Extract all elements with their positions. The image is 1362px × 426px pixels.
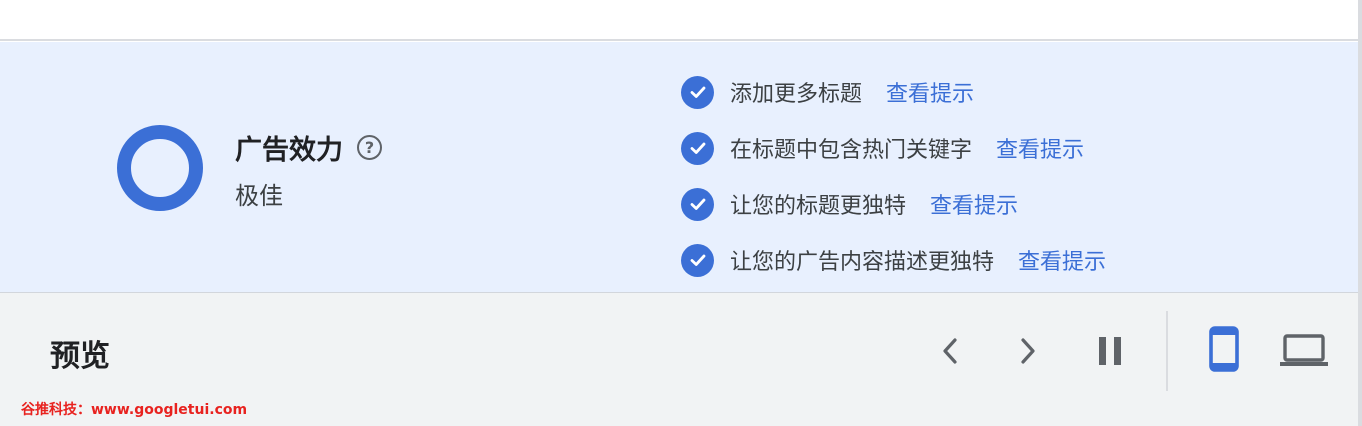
previous-button[interactable] [934, 333, 966, 369]
preview-title: 预览 [50, 339, 110, 374]
view-tips-link[interactable]: 查看提示 [1018, 244, 1106, 276]
mobile-device-icon [1209, 326, 1239, 372]
check-circle-icon [681, 131, 714, 165]
mobile-preview-button[interactable] [1204, 323, 1244, 375]
check-circle-icon [681, 187, 714, 221]
tips-list: 添加更多标题 查看提示 在标题中包含热门关键字 查看提示 让您的标题更独特 查看… [681, 64, 1106, 288]
tip-item: 在标题中包含热门关键字 查看提示 [681, 120, 1106, 176]
pause-button[interactable] [1092, 333, 1128, 369]
view-tips-link[interactable]: 查看提示 [886, 76, 974, 108]
ad-strength-rating: 极佳 [235, 182, 283, 210]
ad-strength-title: 广告效力 [235, 135, 343, 166]
scroll-edge [1358, 0, 1362, 426]
laptop-device-icon [1280, 334, 1328, 366]
toolbar-divider [1166, 311, 1168, 391]
tip-text: 让您的广告内容描述更独特 [730, 250, 995, 275]
ad-strength-panel: 广告效力 ? 极佳 添加更多标题 查看提示 在标题中包含热门关键字 查看提示 让… [0, 42, 1358, 293]
tip-item: 让您的广告内容描述更独特 查看提示 [681, 232, 1106, 288]
tip-item: 让您的标题更独特 查看提示 [681, 176, 1106, 232]
view-tips-link[interactable]: 查看提示 [996, 132, 1084, 164]
view-tips-link[interactable]: 查看提示 [930, 188, 1018, 220]
chevron-right-icon [1021, 338, 1035, 364]
ad-editor-frame: 广告效力 ? 极佳 添加更多标题 查看提示 在标题中包含热门关键字 查看提示 让… [0, 0, 1362, 426]
watermark-text: 谷推科技：www.googletui.com [21, 402, 248, 418]
ad-strength-ring-icon [117, 125, 203, 211]
ad-strength-heading: 广告效力 ? [235, 128, 382, 167]
check-circle-icon [681, 243, 714, 277]
tip-text: 在标题中包含热门关键字 [730, 138, 973, 163]
next-button[interactable] [1012, 333, 1044, 369]
tip-text: 让您的标题更独特 [730, 194, 907, 219]
top-section [0, 0, 1358, 41]
help-icon[interactable]: ? [357, 135, 382, 160]
tip-item: 添加更多标题 查看提示 [681, 64, 1106, 120]
pause-icon [1099, 337, 1121, 365]
check-circle-icon [681, 75, 714, 109]
chevron-left-icon [943, 338, 957, 364]
preview-bar: 预览 谷推科技：www.googletui.com [0, 293, 1358, 426]
desktop-preview-button[interactable] [1278, 331, 1330, 369]
tip-text: 添加更多标题 [730, 82, 863, 107]
